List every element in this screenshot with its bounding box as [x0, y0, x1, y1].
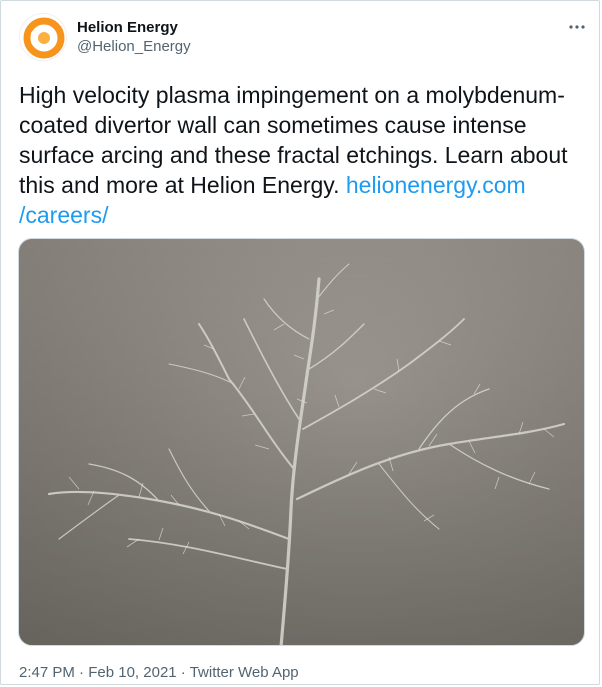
careers-link[interactable]: helionenergy.com	[346, 172, 526, 198]
author-handle[interactable]: @Helion_Energy	[77, 37, 191, 57]
tweet-text-line-link: /careers/	[19, 200, 587, 230]
fractal-etching-photo	[19, 239, 584, 645]
meta-separator: ·	[180, 664, 186, 681]
tweet-photo[interactable]	[18, 238, 585, 646]
author-name[interactable]: Helion Energy	[77, 18, 178, 38]
tweet-text-line: this and more at Helion Energy.	[19, 172, 340, 198]
tweet-time[interactable]: 2:47 PM	[19, 664, 75, 681]
meta-separator: ·	[79, 664, 85, 681]
careers-link-continued[interactable]: /careers/	[19, 202, 108, 228]
helion-logo-icon	[23, 17, 65, 59]
tweet-date[interactable]: Feb 10, 2021	[88, 664, 176, 681]
tweet-text: High velocity plasma impingement on a mo…	[19, 80, 587, 230]
more-button[interactable]	[563, 13, 591, 41]
tweet-text-line: coated divertor wall can sometimes cause…	[19, 112, 527, 138]
more-horizontal-icon	[569, 25, 585, 29]
tweet-text-line-with-link: this and more at Helion Energy. helionen…	[19, 170, 587, 200]
tweet-source[interactable]: Twitter Web App	[190, 664, 299, 681]
tweet-text-line: surface arcing and these fractal etching…	[19, 142, 568, 168]
avatar[interactable]	[19, 13, 67, 61]
tweet-text-line: High velocity plasma impingement on a mo…	[19, 82, 565, 108]
tweet-meta: 2:47 PM · Feb 10, 2021 · Twitter Web App	[19, 663, 299, 683]
tweet-card: Helion Energy @Helion_Energy High veloci…	[0, 0, 600, 685]
